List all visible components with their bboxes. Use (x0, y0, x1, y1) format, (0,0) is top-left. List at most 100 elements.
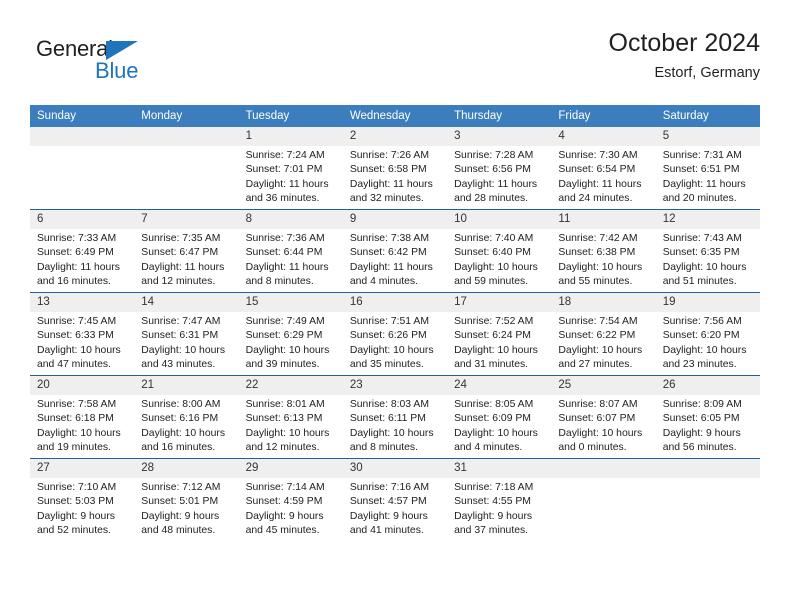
calendar-day-cell[interactable]: 8 Sunrise: 7:36 AM Sunset: 6:44 PM Daylight… (238, 209, 343, 293)
daylight-text-line1: Daylight: 11 hours (558, 178, 642, 190)
sunset-text: Sunset: 6:22 PM (558, 330, 636, 342)
sunset-text: Sunset: 6:44 PM (245, 247, 323, 259)
day-details: Sunrise: 7:35 AM Sunset: 6:47 PM Daylight:… (134, 229, 238, 289)
calendar-day-cell[interactable]: 23 Sunrise: 8:03 AM Sunset: 6:11 PM Dayligh… (342, 375, 448, 459)
page-subtitle: Estorf, Germany (654, 65, 760, 81)
calendar-day-cell[interactable]: 31 Sunrise: 7:18 AM Sunset: 4:55 PM Dayligh… (447, 458, 552, 541)
day-details: Sunrise: 8:00 AM Sunset: 6:16 PM Daylight:… (134, 395, 238, 455)
calendar-day-cell[interactable]: 5 Sunrise: 7:31 AM Sunset: 6:51 PM Daylight… (655, 127, 760, 210)
daylight-text-line1: Daylight: 11 hours (245, 261, 329, 273)
calendar-day-cell[interactable]: 25 Sunrise: 8:07 AM Sunset: 6:07 PM Dayligh… (551, 375, 656, 459)
sunrise-text: Sunrise: 8:01 AM (245, 399, 325, 410)
sunset-text: Sunset: 6:18 PM (37, 413, 114, 425)
calendar-day-cell-empty (655, 458, 760, 541)
sunset-text: Sunset: 6:51 PM (662, 164, 740, 176)
calendar-day-cell[interactable]: 7 Sunrise: 7:35 AM Sunset: 6:47 PM Daylight… (134, 209, 239, 293)
general-blue-logo[interactable]: General Blue (36, 36, 236, 92)
sunrise-text: Sunrise: 8:09 AM (662, 399, 742, 410)
day-details: Sunrise: 7:52 AM Sunset: 6:24 PM Daylight:… (447, 312, 551, 372)
day-details: Sunrise: 7:24 AM Sunset: 7:01 PM Daylight:… (239, 146, 343, 206)
day-number (30, 127, 135, 146)
calendar-day-cell[interactable]: 26 Sunrise: 8:09 AM Sunset: 6:05 PM Dayligh… (655, 375, 760, 459)
day-number: 9 (342, 210, 448, 229)
day-number: 15 (238, 293, 343, 312)
calendar-day-cell[interactable]: 30 Sunrise: 7:16 AM Sunset: 4:57 PM Dayligh… (342, 458, 448, 541)
daylight-text-line1: Daylight: 11 hours (245, 178, 329, 190)
daylight-text-line1: Daylight: 10 hours (662, 344, 747, 356)
sunrise-text: Sunrise: 7:42 AM (558, 233, 638, 244)
calendar-day-cell[interactable]: 19 Sunrise: 7:56 AM Sunset: 6:20 PM Dayligh… (655, 292, 760, 376)
calendar-day-cell[interactable]: 22 Sunrise: 8:01 AM Sunset: 6:13 PM Dayligh… (238, 375, 343, 459)
sunrise-text: Sunrise: 7:54 AM (558, 316, 638, 327)
daylight-text-line2: and 52 minutes. (37, 524, 111, 536)
calendar-day-cell[interactable]: 4 Sunrise: 7:30 AM Sunset: 6:54 PM Daylight… (551, 127, 656, 210)
calendar-day-cell[interactable]: 21 Sunrise: 8:00 AM Sunset: 6:16 PM Dayligh… (134, 375, 239, 459)
sunrise-text: Sunrise: 8:05 AM (454, 399, 534, 410)
sunrise-text: Sunrise: 7:52 AM (454, 316, 534, 327)
calendar-day-cell[interactable]: 24 Sunrise: 8:05 AM Sunset: 6:09 PM Dayligh… (447, 375, 552, 459)
calendar-day-cell[interactable]: 16 Sunrise: 7:51 AM Sunset: 6:26 PM Dayligh… (342, 292, 448, 376)
sunset-text: Sunset: 6:16 PM (141, 413, 219, 425)
sunset-text: Sunset: 6:20 PM (662, 330, 740, 342)
calendar-day-cell[interactable]: 9 Sunrise: 7:38 AM Sunset: 6:42 PM Daylight… (342, 209, 448, 293)
day-number (134, 127, 239, 146)
daylight-text-line2: and 41 minutes. (349, 524, 424, 536)
daylight-text-line1: Daylight: 10 hours (245, 427, 330, 439)
day-number: 10 (447, 210, 552, 229)
day-number: 27 (30, 459, 135, 478)
daylight-text-line1: Daylight: 9 hours (141, 510, 220, 522)
daylight-text-line2: and 8 minutes. (349, 441, 419, 453)
sunset-text: Sunset: 6:11 PM (349, 413, 426, 425)
day-details: Sunrise: 7:26 AM Sunset: 6:58 PM Daylight:… (343, 146, 447, 206)
calendar-day-cell[interactable]: 17 Sunrise: 7:52 AM Sunset: 6:24 PM Dayligh… (447, 292, 552, 376)
day-details: Sunrise: 7:38 AM Sunset: 6:42 PM Daylight:… (343, 229, 447, 289)
day-details: Sunrise: 7:36 AM Sunset: 6:44 PM Daylight:… (239, 229, 343, 289)
daylight-text-line1: Daylight: 10 hours (558, 261, 643, 273)
daylight-text-line2: and 4 minutes. (454, 441, 523, 453)
sunrise-text: Sunrise: 7:35 AM (141, 233, 221, 244)
weekday-header-saturday: Saturday (655, 105, 760, 127)
calendar-day-cell[interactable]: 13 Sunrise: 7:45 AM Sunset: 6:33 PM Dayligh… (30, 292, 135, 376)
day-number: 24 (447, 376, 552, 395)
daylight-text-line1: Daylight: 11 hours (349, 261, 433, 273)
daylight-text-line2: and 0 minutes. (558, 441, 627, 453)
daylight-text-line2: and 27 minutes. (558, 358, 633, 370)
calendar-day-cell[interactable]: 3 Sunrise: 7:28 AM Sunset: 6:56 PM Daylight… (447, 127, 552, 210)
calendar-day-cell[interactable]: 29 Sunrise: 7:14 AM Sunset: 4:59 PM Dayligh… (238, 458, 343, 541)
sunset-text: Sunset: 6:54 PM (558, 164, 636, 176)
daylight-text-line1: Daylight: 10 hours (349, 427, 434, 439)
day-number: 31 (447, 459, 552, 478)
daylight-text-line2: and 51 minutes. (662, 275, 737, 287)
sunrise-text: Sunrise: 7:56 AM (662, 316, 742, 327)
calendar-week-row: 27 Sunrise: 7:10 AM Sunset: 5:03 PM Dayligh… (30, 458, 760, 541)
calendar-day-cell[interactable]: 10 Sunrise: 7:40 AM Sunset: 6:40 PM Dayligh… (447, 209, 552, 293)
daylight-text-line2: and 48 minutes. (141, 524, 216, 536)
calendar-day-cell[interactable]: 1 Sunrise: 7:24 AM Sunset: 7:01 PM Daylight… (238, 127, 343, 210)
sunrise-text: Sunrise: 7:10 AM (37, 482, 117, 493)
day-details: Sunrise: 8:05 AM Sunset: 6:09 PM Daylight:… (447, 395, 551, 455)
calendar-day-cell[interactable]: 14 Sunrise: 7:47 AM Sunset: 6:31 PM Dayligh… (134, 292, 239, 376)
calendar-day-cell[interactable]: 11 Sunrise: 7:42 AM Sunset: 6:38 PM Dayligh… (551, 209, 656, 293)
daylight-text-line2: and 4 minutes. (349, 275, 419, 287)
sunrise-text: Sunrise: 7:26 AM (349, 150, 429, 161)
calendar-day-cell-empty (134, 127, 239, 210)
page-title: October 2024 (608, 29, 761, 57)
calendar-day-cell[interactable]: 12 Sunrise: 7:43 AM Sunset: 6:35 PM Dayligh… (655, 209, 760, 293)
calendar-day-cell[interactable]: 28 Sunrise: 7:12 AM Sunset: 5:01 PM Dayligh… (134, 458, 239, 541)
calendar-day-cell[interactable]: 18 Sunrise: 7:54 AM Sunset: 6:22 PM Dayligh… (551, 292, 656, 376)
calendar-day-cell[interactable]: 6 Sunrise: 7:33 AM Sunset: 6:49 PM Daylight… (30, 209, 135, 293)
day-number: 16 (342, 293, 448, 312)
sunrise-text: Sunrise: 7:33 AM (37, 233, 117, 244)
calendar-day-cell[interactable]: 27 Sunrise: 7:10 AM Sunset: 5:03 PM Dayligh… (30, 458, 135, 541)
daylight-text-line2: and 59 minutes. (454, 275, 529, 287)
calendar-day-cell[interactable]: 20 Sunrise: 7:58 AM Sunset: 6:18 PM Dayligh… (30, 375, 135, 459)
day-details: Sunrise: 7:56 AM Sunset: 6:20 PM Daylight:… (656, 312, 760, 372)
daylight-text-line1: Daylight: 11 hours (349, 178, 433, 190)
day-number: 21 (134, 376, 239, 395)
calendar-day-cell[interactable]: 15 Sunrise: 7:49 AM Sunset: 6:29 PM Dayligh… (238, 292, 343, 376)
calendar-week-row: 20 Sunrise: 7:58 AM Sunset: 6:18 PM Dayligh… (30, 375, 760, 459)
day-details: Sunrise: 8:07 AM Sunset: 6:07 PM Daylight:… (551, 395, 655, 455)
daylight-text-line2: and 31 minutes. (454, 358, 529, 370)
daylight-text-line2: and 43 minutes. (141, 358, 216, 370)
calendar-day-cell[interactable]: 2 Sunrise: 7:26 AM Sunset: 6:58 PM Daylight… (342, 127, 448, 210)
